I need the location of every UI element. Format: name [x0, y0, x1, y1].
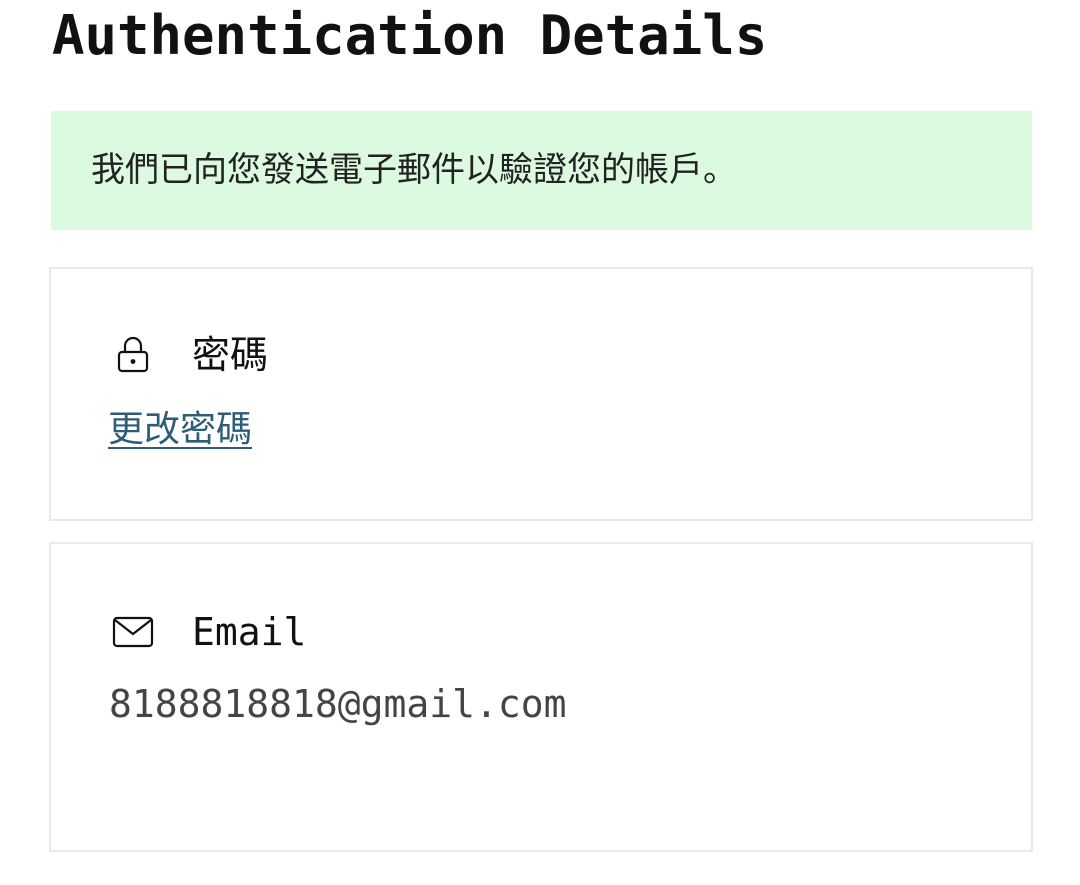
password-card-header: 密碼	[111, 331, 268, 379]
lock-icon	[111, 333, 155, 377]
verification-alert: 我們已向您發送電子郵件以驗證您的帳戶。	[51, 111, 1032, 230]
password-label: 密碼	[192, 333, 269, 377]
email-card: Email 8188818818@gmail.com	[49, 542, 1033, 852]
email-card-header: Email	[111, 608, 306, 656]
alert-message: 我們已向您發送電子郵件以驗證您的帳戶。	[91, 150, 737, 190]
email-label: Email	[192, 610, 307, 654]
page-title: Authentication Details	[52, 4, 768, 67]
change-password-link[interactable]: 更改密碼	[108, 407, 252, 453]
email-address-value: 8188818818@gmail.com	[109, 682, 567, 726]
mail-icon	[111, 610, 155, 654]
password-card: 密碼 更改密碼	[49, 267, 1033, 521]
